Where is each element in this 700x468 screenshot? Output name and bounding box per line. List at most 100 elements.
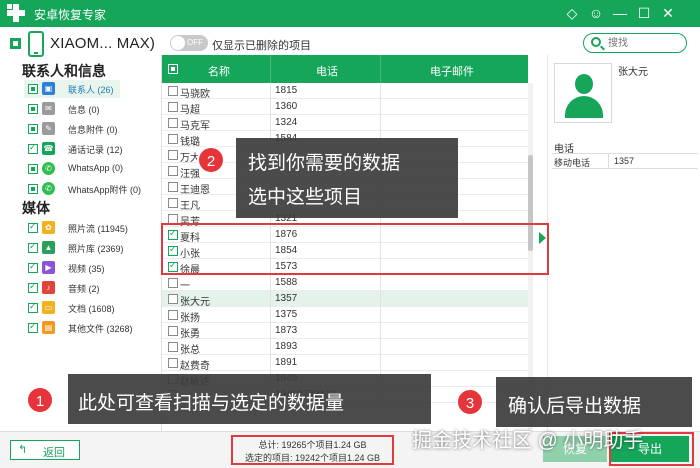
- select-all-checkbox[interactable]: [168, 64, 178, 74]
- step-badge: 2: [197, 146, 225, 174]
- column-divider: [380, 355, 381, 371]
- checkbox[interactable]: [28, 84, 38, 94]
- column-header-name[interactable]: 名称: [208, 63, 230, 79]
- callout-text-line: 确认后导出数据: [508, 396, 642, 417]
- table-row[interactable]: 马克军 1324: [162, 115, 528, 132]
- step-badge: 1: [26, 386, 54, 414]
- table-row[interactable]: 张大元 1357: [162, 291, 528, 308]
- column-header-email[interactable]: 电子邮件: [430, 63, 474, 79]
- sidebar-item-audio[interactable]: ♪ 音频 (2): [28, 280, 160, 296]
- table-row[interactable]: 张勇 1873: [162, 323, 528, 340]
- row-checkbox[interactable]: [168, 118, 178, 128]
- callout-text-line: 选中这些项目: [248, 187, 363, 208]
- row-checkbox[interactable]: [168, 86, 178, 96]
- contact-name: 张大元: [618, 67, 648, 78]
- checkbox[interactable]: [28, 221, 38, 233]
- cell-name: 赵费奇: [180, 361, 210, 372]
- sidebar-item-call-log[interactable]: ☎ 通话记录 (12): [28, 141, 160, 157]
- diamond-icon[interactable]: ◇: [563, 4, 581, 22]
- back-button[interactable]: ↰ 返回: [10, 440, 80, 460]
- checkbox[interactable]: [28, 301, 38, 313]
- table-row[interactable]: 一 1588: [162, 275, 528, 292]
- sidebar-item-messages[interactable]: ✉ 信息 (0): [28, 101, 160, 117]
- checkbox[interactable]: [28, 241, 38, 253]
- column-divider: [270, 339, 271, 355]
- row-checkbox[interactable]: [168, 134, 178, 144]
- sidebar-item-documents[interactable]: ▭ 文档 (1608): [28, 300, 160, 316]
- column-divider: [270, 275, 271, 291]
- table-row[interactable]: 张总 1893: [162, 339, 528, 356]
- minimize-icon[interactable]: —: [611, 4, 629, 22]
- avatar-body: [565, 96, 603, 118]
- deleted-only-toggle[interactable]: OFF: [170, 35, 208, 51]
- table-row[interactable]: 马骁欧 1815: [162, 83, 528, 100]
- column-divider: [380, 275, 381, 291]
- checkbox[interactable]: [28, 184, 38, 194]
- row-checkbox[interactable]: [168, 150, 178, 160]
- cell-name: 钱璐: [180, 137, 200, 148]
- column-divider: [270, 291, 271, 307]
- column-header-phone[interactable]: 电话: [316, 63, 338, 79]
- sidebar-item-video[interactable]: ▶ 视频 (35): [28, 260, 160, 276]
- sidebar-item-label: 照片库 (2369): [68, 244, 124, 254]
- device-checkbox[interactable]: [10, 38, 21, 49]
- section-title-contacts: 联系人和信息: [22, 63, 106, 79]
- app-title: 安卓恢复专家: [34, 8, 107, 22]
- row-checkbox[interactable]: [168, 198, 178, 208]
- sidebar-item-whatsapp-attachments[interactable]: ✆ WhatsApp附件 (0): [28, 181, 160, 197]
- checkbox[interactable]: [28, 124, 38, 134]
- sidebar-item-photo-stream[interactable]: ✿ 照片流 (11945): [28, 220, 160, 236]
- search-box[interactable]: [583, 33, 687, 53]
- totals-summary: 总计: 19265个项目1.24 GB 选定的项目: 19242个项目1.24 …: [231, 435, 394, 465]
- cell-phone: 1588: [275, 277, 298, 288]
- table-row[interactable]: 马超 1360: [162, 99, 528, 116]
- phone-icon: [28, 31, 44, 57]
- attachment-icon: ✎: [42, 122, 55, 135]
- row-checkbox[interactable]: [168, 102, 178, 112]
- cell-phone: 1324: [275, 117, 298, 128]
- chat-icon[interactable]: ☺: [587, 4, 605, 22]
- sidebar-item-message-attachments[interactable]: ✎ 信息附件 (0): [28, 121, 160, 137]
- checkbox[interactable]: [28, 261, 38, 273]
- callout-text-line: 找到你需要的数据: [248, 153, 401, 174]
- message-icon: ✉: [42, 102, 55, 115]
- row-checkbox[interactable]: [168, 358, 178, 368]
- sidebar-item-whatsapp[interactable]: ✆ WhatsApp (0): [28, 161, 160, 177]
- table-header: 名称 电话 电子邮件: [162, 55, 528, 83]
- callout-export: 确认后导出数据: [496, 377, 692, 427]
- checkbox[interactable]: [28, 321, 38, 333]
- contacts-icon: ▣: [42, 82, 55, 95]
- row-checkbox[interactable]: [168, 326, 178, 336]
- column-divider: [380, 307, 381, 323]
- step-badge: 3: [456, 388, 484, 416]
- table-row[interactable]: 张扬 1375: [162, 307, 528, 324]
- cell-name: 张大元: [180, 297, 210, 308]
- row-checkbox[interactable]: [168, 310, 178, 320]
- checkbox[interactable]: [28, 281, 38, 293]
- checkbox[interactable]: [28, 142, 38, 154]
- close-icon[interactable]: ✕: [659, 4, 677, 22]
- table-row[interactable]: 赵费奇 1891: [162, 355, 528, 372]
- search-input[interactable]: [608, 36, 682, 50]
- checkbox[interactable]: [28, 104, 38, 114]
- row-checkbox[interactable]: [168, 182, 178, 192]
- column-divider: [380, 115, 381, 131]
- cell-phone: 1357: [275, 293, 298, 304]
- row-checkbox[interactable]: [168, 342, 178, 352]
- cell-name: 一: [180, 281, 190, 292]
- sidebar-item-label: 信息附件 (0): [68, 125, 118, 135]
- checkbox[interactable]: [28, 164, 38, 174]
- video-icon: ▶: [42, 261, 55, 274]
- sidebar-item-photo-library[interactable]: ▲ 照片库 (2369): [28, 240, 160, 256]
- cell-phone: 1815: [275, 85, 298, 96]
- sidebar-item-contacts[interactable]: ▣ 联系人 (26): [24, 80, 160, 98]
- deleted-only-label: 仅显示已删除的项目: [212, 40, 311, 52]
- row-checkbox[interactable]: [168, 294, 178, 304]
- maximize-icon[interactable]: ☐: [635, 4, 653, 22]
- device-name: XIAOM... MAX): [50, 35, 156, 52]
- column-divider: [380, 83, 381, 99]
- row-checkbox[interactable]: [168, 166, 178, 176]
- sidebar-item-label: WhatsApp附件 (0): [68, 185, 142, 195]
- sidebar-item-other-files[interactable]: ▤ 其他文件 (3268): [28, 320, 160, 336]
- row-checkbox[interactable]: [168, 278, 178, 288]
